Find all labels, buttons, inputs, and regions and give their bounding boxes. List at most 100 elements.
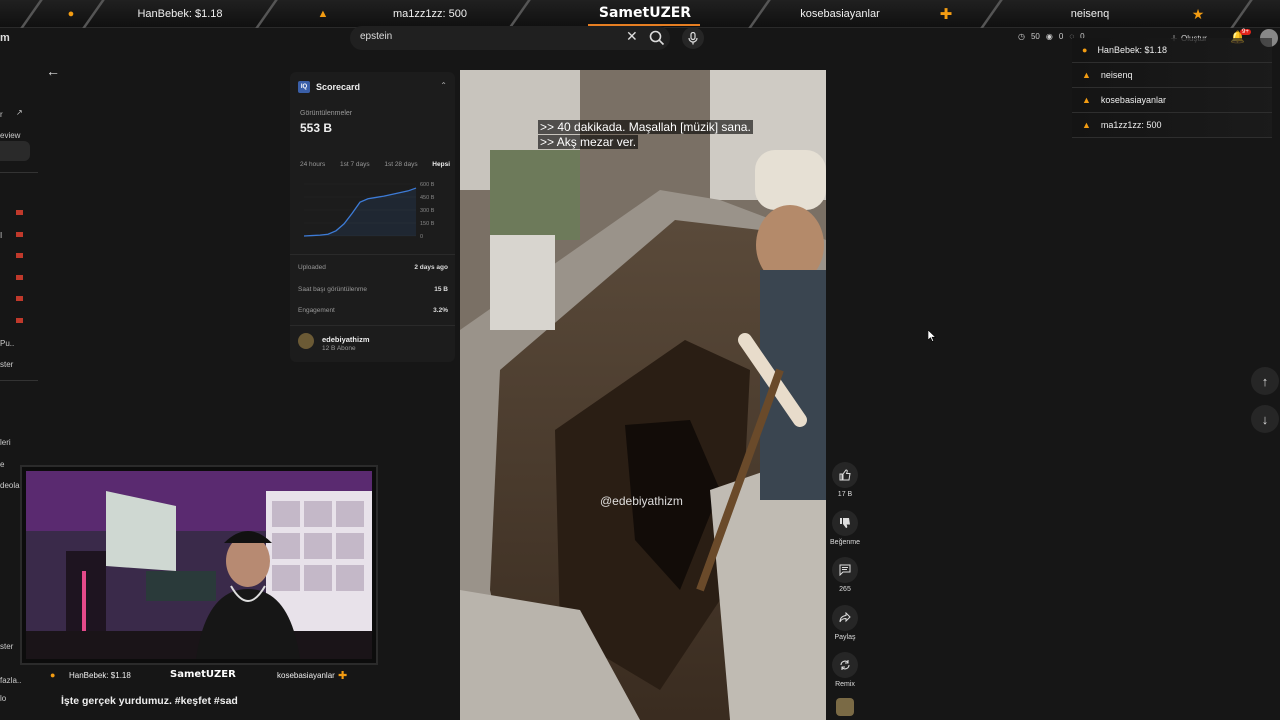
y-tick-label: 600 B [420, 182, 435, 188]
sidebar-item-label[interactable]: leri [0, 438, 11, 447]
stat-value: 50 [1030, 32, 1040, 41]
dislike-label: Beğenme [830, 539, 860, 546]
sidebar-item-label[interactable]: e [0, 460, 4, 469]
fire-icon: ▲ [1082, 95, 1091, 105]
mic-button[interactable] [682, 27, 704, 49]
remix-button[interactable]: Remix [830, 652, 860, 688]
caption-line: >> Akş mezar ver. [538, 135, 639, 149]
tab-first-28-days[interactable]: 1st 28 days [384, 161, 417, 168]
tab-24-hours[interactable]: 24 hours [300, 161, 325, 168]
live-indicator-icon [16, 253, 23, 258]
stat-row: Engagement 3.2% [298, 307, 448, 314]
comments-button[interactable]: 265 [830, 557, 860, 593]
scorecard-logo-icon: IQ [298, 81, 310, 93]
search-input[interactable]: epstein [360, 31, 392, 42]
event-item: ▲ neisenq [1072, 63, 1272, 88]
sidebar-selected-item[interactable] [0, 141, 30, 161]
overlay-item-sub: kosebasiayanlar [800, 8, 880, 20]
comment-icon [839, 564, 851, 576]
views-label: Görüntülenmeler [300, 110, 353, 117]
coin-icon: ● [50, 670, 56, 680]
channel-subscribers: 12 B Abone [322, 345, 356, 352]
like-count: 17 B [837, 491, 853, 498]
arrow-down-icon: ↓ [1261, 411, 1269, 427]
overlay-divider [1230, 0, 1253, 28]
sidebar-item-label[interactable]: ster [0, 642, 13, 651]
webcam-feed [26, 471, 372, 659]
overlay-event-list: ● HanBebek: $1.18 ▲ neisenq ▲ kosebasiayanl… [1072, 38, 1272, 138]
overlay-item-bits: ma1zz1zz: 500 [393, 8, 467, 20]
event-label: neisenq [1100, 70, 1133, 80]
dislike-button[interactable]: Beğenme [830, 510, 860, 546]
sidebar-item-label[interactable]: r [0, 110, 3, 119]
fire-icon: ▲ [1082, 70, 1091, 80]
tab-first-7-days[interactable]: 1st 7 days [340, 161, 370, 168]
share-button[interactable]: Paylaş [830, 605, 860, 641]
tab-all[interactable]: Hepsi [432, 161, 450, 168]
stat-label: Uploaded [298, 264, 326, 271]
stat-value: 0 [1058, 32, 1064, 41]
external-link-icon[interactable]: ↗ [16, 108, 23, 117]
back-arrow-icon[interactable]: ← [46, 63, 60, 79]
scorecard-tabs: 24 hours 1st 7 days 1st 28 days Hepsi [300, 161, 450, 168]
sidebar-item-label[interactable]: ster [0, 360, 13, 369]
stream-overlay-bar: ● HanBebek: $1.18 ▲ ma1zz1zz: 500 SametU… [0, 0, 1280, 28]
stat-value: 3.2% [433, 307, 448, 314]
share-label: Paylaş [834, 634, 856, 641]
event-label: HanBebek: $1.18 [1097, 45, 1167, 55]
video-title[interactable]: İşte gerçek yurdumuz. #keşfet #sad [61, 695, 238, 707]
webcam-sub-label: kosebasiayanlar [277, 671, 335, 680]
divider [290, 325, 455, 326]
overlay-item-follow: neisenq [1070, 8, 1110, 20]
sidebar-item-label[interactable]: fazla.. [0, 676, 21, 685]
stat-value: 2 days ago [414, 264, 448, 271]
comment-count: 265 [839, 586, 851, 593]
previous-video-button[interactable]: ↑ [1251, 367, 1279, 395]
sidebar-item-label[interactable]: I [0, 231, 2, 240]
scorecard-header[interactable]: IQ Scorecard [298, 81, 360, 93]
logo-fragment[interactable]: m [0, 32, 10, 44]
video-watermark: @edebiyathizm [600, 494, 683, 508]
live-indicator-icon [16, 232, 23, 237]
short-video-player[interactable]: >> 40 dakikada. Maşallah [müzik] sana. >… [460, 70, 826, 720]
share-arrow-icon [839, 612, 851, 623]
microphone-icon [688, 31, 698, 44]
views-line-chart: 600 B 450 B 300 B 150 B 0 [303, 182, 435, 240]
stat-row: Saat başı görüntülenme 15 B [298, 286, 448, 293]
webcam-overlay [20, 465, 378, 665]
coin-icon: ● [67, 8, 75, 20]
scorecard-title: Scorecard [316, 82, 361, 92]
scorecard-panel: IQ Scorecard ⌃ Görüntülenmeler 553 B 24 … [290, 72, 455, 362]
search-icon[interactable] [648, 29, 666, 47]
like-button[interactable]: 17 B [830, 462, 860, 498]
stream-brand: SametUZER [598, 5, 692, 21]
mouse-cursor-icon [928, 330, 936, 342]
webcam-image [26, 471, 372, 659]
plus-icon: ✚ [939, 6, 953, 23]
event-item: ▲ ma1zz1zz: 500 [1072, 113, 1272, 138]
series-area [304, 188, 416, 236]
overlay-item-donation: HanBebek: $1.18 [137, 8, 223, 20]
clear-search-icon[interactable]: ✕ [626, 28, 638, 45]
stat-label: Engagement [298, 307, 335, 314]
channel-avatar[interactable] [298, 333, 314, 349]
overlay-divider [980, 0, 1003, 28]
sidebar-divider [0, 172, 38, 173]
sidebar-item-label[interactable]: lo [0, 694, 6, 703]
next-video-button[interactable]: ↓ [1251, 405, 1279, 433]
arrow-up-icon: ↑ [1261, 373, 1269, 389]
webcam-donation-label: HanBebek: $1.18 [69, 671, 131, 680]
channel-name[interactable]: edebiyathizm [322, 335, 370, 344]
event-item: ● HanBebek: $1.18 [1072, 38, 1272, 63]
sidebar-item-label[interactable]: Pu.. [0, 339, 14, 348]
y-tick-label: 150 B [420, 221, 435, 227]
stat-row: Uploaded 2 days ago [298, 264, 448, 271]
fire-icon: ▲ [317, 8, 329, 20]
thumbs-down-icon [840, 518, 850, 528]
sidebar-item-label[interactable]: eview [0, 131, 20, 140]
chevron-up-icon[interactable]: ⌃ [440, 81, 447, 90]
video-frame [460, 70, 826, 720]
sound-thumbnail[interactable] [836, 698, 854, 716]
search-bar[interactable]: epstein ✕ [350, 26, 670, 50]
sidebar-divider [0, 380, 38, 381]
